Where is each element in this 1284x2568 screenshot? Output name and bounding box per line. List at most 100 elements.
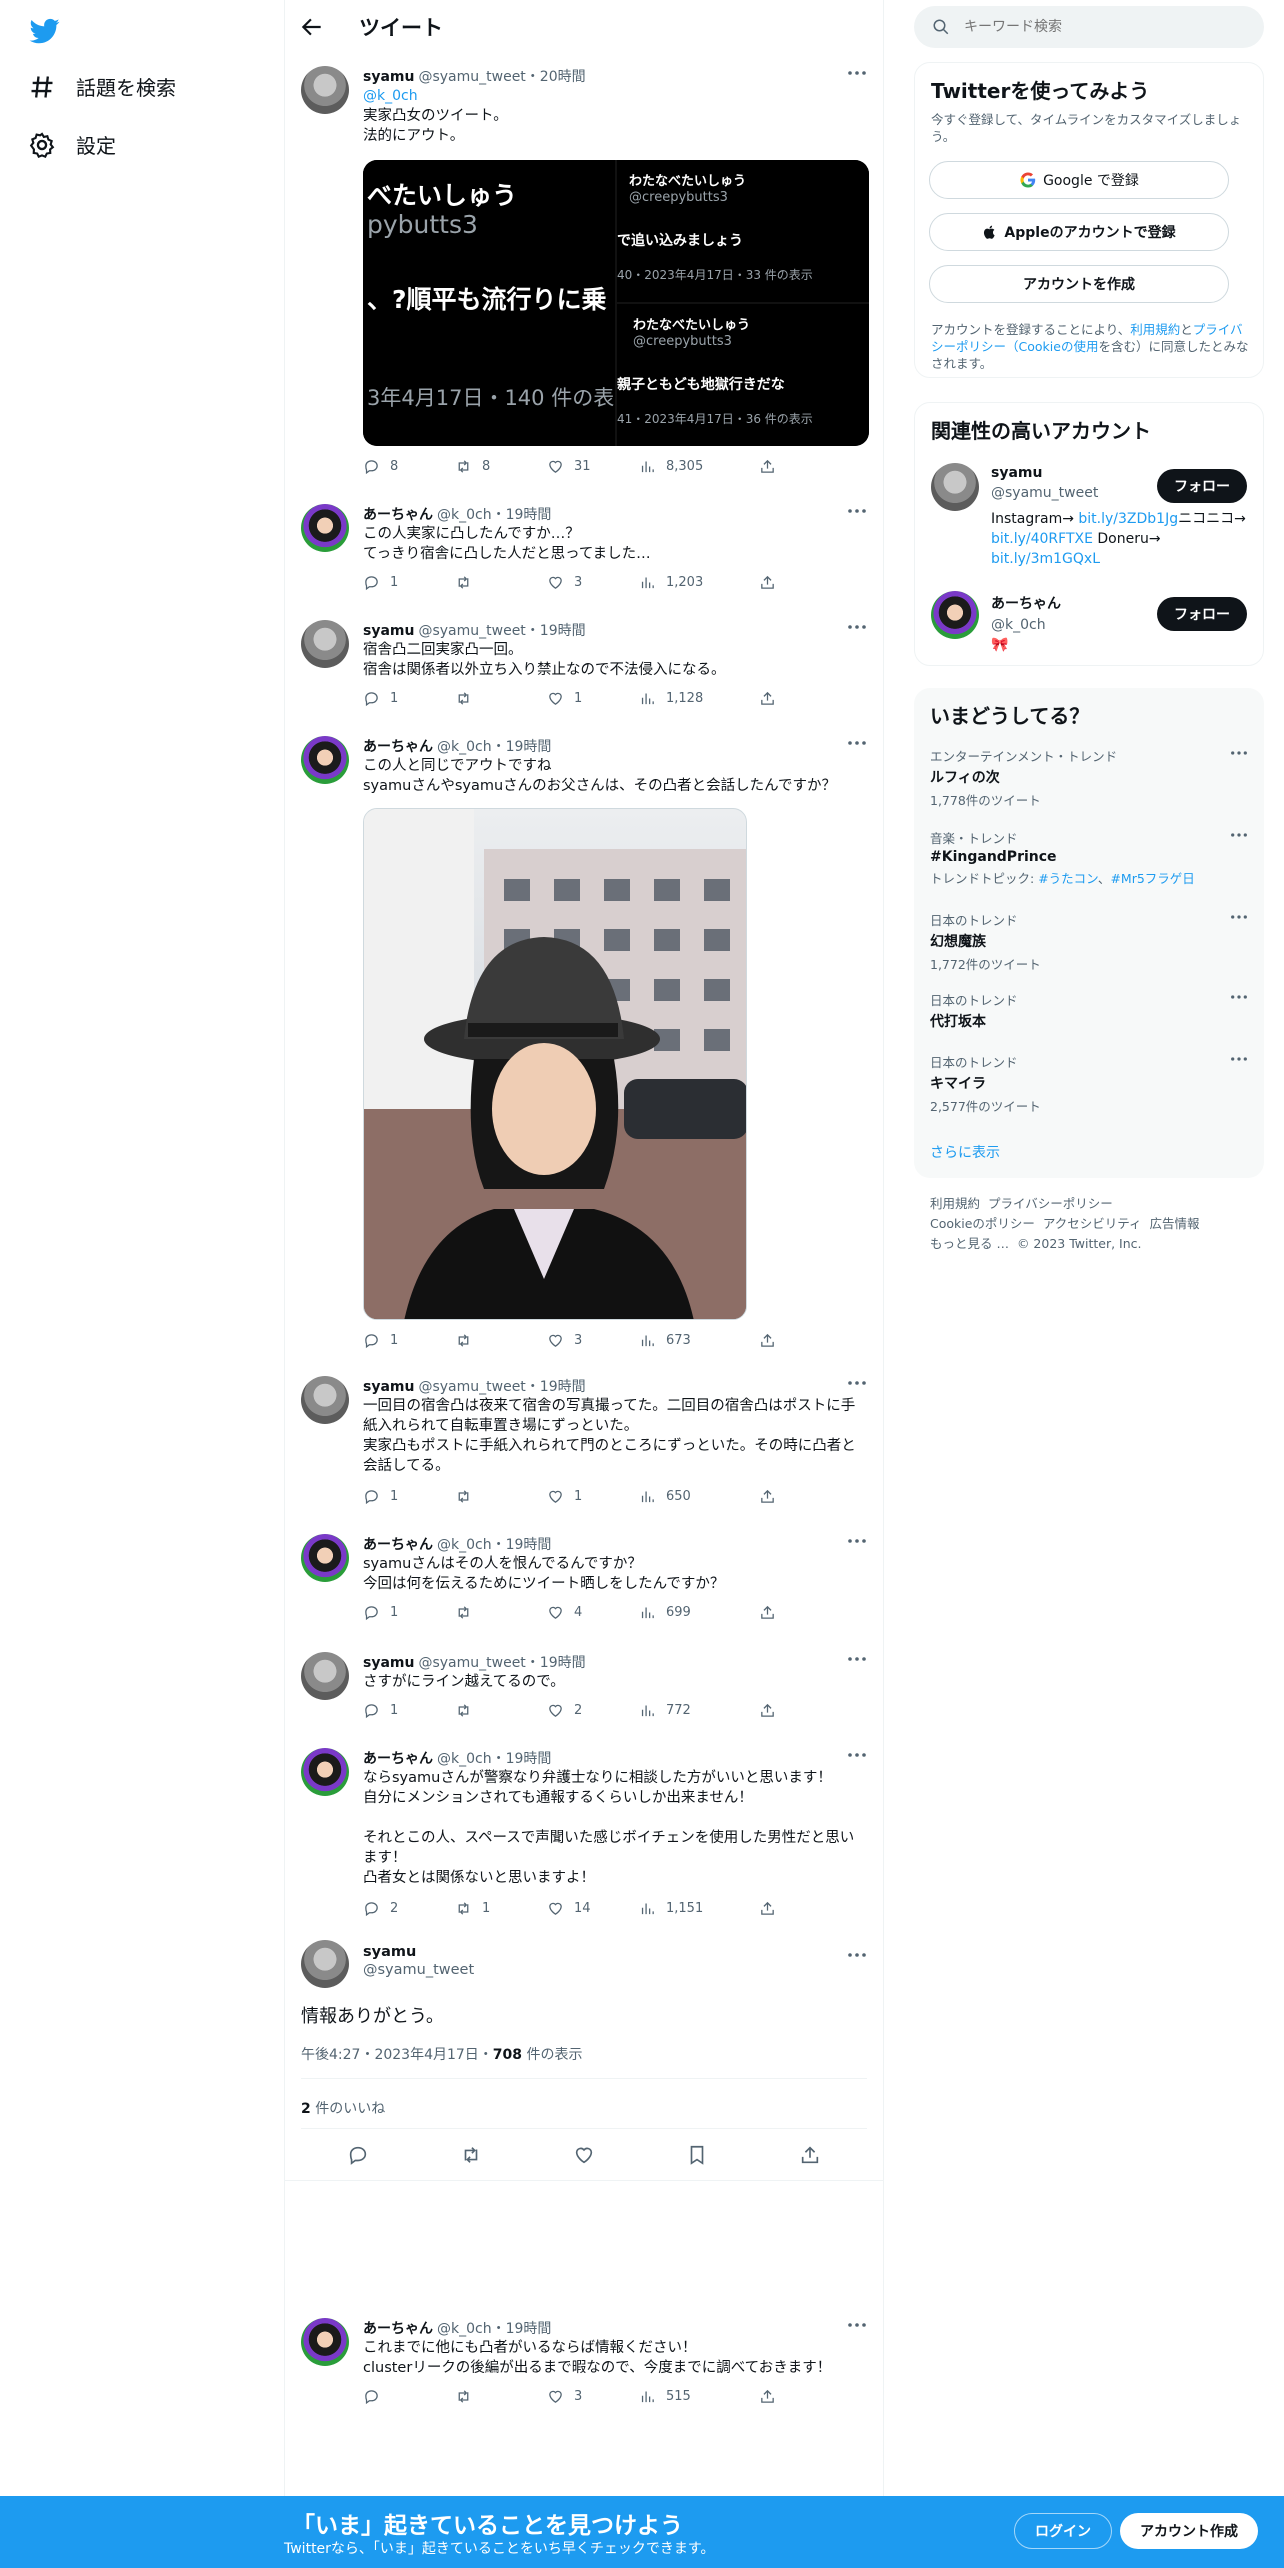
tweet[interactable]: syamu @syamu_tweet・19時間 宿舎凸二回実家凸一回。 宿舎は関係… [285, 616, 883, 724]
like-action[interactable]: 1 [547, 690, 639, 707]
retweet-action[interactable] [455, 690, 547, 707]
share-action[interactable] [759, 458, 851, 475]
tweet-time[interactable]: ・19時間 [492, 2321, 552, 2337]
signup-button[interactable]: アカウント作成 [1120, 2513, 1258, 2549]
share-action[interactable] [759, 1488, 851, 1505]
retweet-action[interactable] [455, 1332, 547, 1349]
avatar[interactable] [301, 736, 349, 784]
footer-privacy-link[interactable]: プライバシーポリシー [988, 1196, 1113, 1211]
author-handle[interactable]: @syamu_tweet [418, 69, 525, 85]
show-more-link[interactable]: さらに表示 [930, 1142, 1000, 1162]
footer-accessibility-link[interactable]: アクセシビリティ [1043, 1216, 1142, 1231]
author-handle[interactable]: @k_0ch [437, 1537, 492, 1553]
embedded-tweet-images[interactable]: べたいしゅう pybutts3 、?順平も流行りに乗 3年4月17日・140 件… [363, 160, 869, 446]
author-name[interactable]: あーちゃん [363, 2321, 433, 2337]
avatar[interactable] [301, 1534, 349, 1582]
account-info[interactable]: syamu @syamu_tweet [991, 465, 1098, 501]
like-action[interactable]: 3 [547, 2388, 639, 2405]
trend-item[interactable]: 日本のトレンド 幻想魔族 1,772件のツイート [930, 910, 1248, 973]
account-handle[interactable]: @syamu_tweet [991, 485, 1098, 501]
more-icon[interactable] [847, 1952, 867, 1958]
like-action[interactable]: 1 [547, 1488, 639, 1505]
views-action[interactable]: 1,128 [639, 690, 759, 707]
avatar[interactable] [301, 504, 349, 552]
avatar[interactable] [301, 66, 349, 114]
author-name[interactable]: あーちゃん [363, 739, 433, 755]
views-action[interactable]: 699 [639, 1604, 759, 1621]
twitter-logo-icon[interactable] [28, 16, 62, 46]
author-handle[interactable]: @syamu_tweet [418, 623, 525, 639]
account-handle[interactable]: @k_0ch [991, 617, 1061, 633]
author-name[interactable]: syamu [363, 1944, 474, 1960]
more-icon[interactable] [1230, 994, 1248, 1000]
retweet-action[interactable] [455, 1488, 547, 1505]
author-handle[interactable]: @syamu_tweet [363, 1962, 474, 1978]
author-handle[interactable]: @syamu_tweet [418, 1655, 525, 1671]
trend-item[interactable]: エンターテインメント・トレンド ルフィの次 1,778件のツイート [930, 746, 1248, 809]
tweet-time[interactable]: ・19時間 [526, 1379, 586, 1395]
bio-link[interactable]: bit.ly/40RFTXE [991, 531, 1093, 547]
nav-explore[interactable]: 話題を検索 [28, 72, 176, 101]
retweet-action[interactable] [455, 1702, 547, 1719]
author-name[interactable]: あーちゃん [363, 1751, 433, 1767]
bookmark-icon[interactable] [686, 2144, 708, 2166]
author-handle[interactable]: @k_0ch [437, 1751, 492, 1767]
reply-action[interactable]: 1 [363, 574, 455, 591]
like-action[interactable]: 2 [547, 1702, 639, 1719]
reply-action[interactable]: 1 [363, 1332, 455, 1349]
cookie-link[interactable]: （Cookieの使用 [1006, 339, 1098, 354]
avatar[interactable] [931, 463, 979, 511]
create-account-button[interactable]: アカウントを作成 [929, 265, 1229, 303]
tweet-time[interactable]: ・19時間 [492, 739, 552, 755]
google-signup-button[interactable]: Google で登録 [929, 161, 1229, 199]
author-handle[interactable]: @k_0ch [437, 507, 492, 523]
bio-link[interactable]: bit.ly/3m1GQxL [991, 551, 1100, 567]
views-action[interactable]: 8,305 [639, 458, 759, 475]
views-action[interactable]: 1,151 [639, 1900, 759, 1917]
avatar[interactable] [931, 591, 979, 639]
retweet-action[interactable] [455, 574, 547, 591]
retweet-action[interactable] [455, 2388, 547, 2405]
terms-link[interactable]: 利用規約 [1130, 322, 1180, 337]
avatar[interactable] [301, 1376, 349, 1424]
follow-button[interactable]: フォロー [1157, 597, 1247, 631]
tweet[interactable]: あーちゃん @k_0ch・19時間 ならsyamuさんが警察なり弁護士なりに相談し… [285, 1744, 883, 1920]
share-action[interactable] [759, 1604, 851, 1621]
more-icon[interactable] [1230, 832, 1248, 838]
reply-action[interactable]: 1 [363, 1702, 455, 1719]
embedded-image-top-right[interactable]: わたなべたいしゅう @creepybutts3 で追い込みましょう 40・202… [617, 160, 869, 302]
follow-button[interactable]: フォロー [1157, 469, 1247, 503]
more-icon[interactable] [1230, 1056, 1248, 1062]
share-action[interactable] [759, 2388, 851, 2405]
views-action[interactable]: 650 [639, 1488, 759, 1505]
share-action[interactable] [759, 1332, 851, 1349]
tweet-time[interactable]: ・19時間 [492, 1751, 552, 1767]
trend-item[interactable]: 音楽・トレンド #KingandPrince トレンドトピック: #うたコン、#… [930, 828, 1248, 887]
tweet[interactable]: あーちゃん @k_0ch・19時間 この人実家に凸したんですか…？ てっきり宿舎に… [285, 500, 883, 608]
tweet-time[interactable]: ・19時間 [492, 1537, 552, 1553]
account-name[interactable]: syamu [991, 465, 1098, 481]
tweet-time[interactable]: ・19時間 [492, 507, 552, 523]
avatar[interactable] [301, 1940, 349, 1988]
tweet-photo[interactable] [363, 808, 747, 1320]
nav-settings[interactable]: 設定 [28, 130, 116, 159]
share-icon[interactable] [799, 2144, 821, 2166]
views-action[interactable]: 515 [639, 2388, 759, 2405]
back-arrow-icon[interactable] [299, 14, 325, 40]
author-handle[interactable]: @k_0ch [437, 2321, 492, 2337]
like-action[interactable]: 4 [547, 1604, 639, 1621]
tweet[interactable]: syamu @syamu_tweet・19時間 一回目の宿舎凸は夜来て宿舎の写真撮… [285, 1372, 883, 1524]
reply-action[interactable] [363, 2388, 455, 2405]
views-action[interactable]: 772 [639, 1702, 759, 1719]
embedded-image-left[interactable]: べたいしゅう pybutts3 、?順平も流行りに乗 3年4月17日・140 件… [363, 160, 615, 446]
author-name[interactable]: syamu [363, 623, 414, 639]
footer-ads-link[interactable]: 広告情報 [1149, 1216, 1199, 1231]
tweet[interactable]: syamu @syamu_tweet・19時間 さすがにライン越えてるので。 1 2… [285, 1648, 883, 1736]
login-button[interactable]: ログイン [1014, 2513, 1112, 2549]
footer-cookie-link[interactable]: Cookieのポリシー [930, 1216, 1035, 1231]
like-icon[interactable] [573, 2144, 595, 2166]
retweet-action[interactable] [455, 1604, 547, 1621]
tweet[interactable]: あーちゃん @k_0ch・19時間 syamuさんはその人を恨んでるんですか？ 今… [285, 1530, 883, 1638]
tweet[interactable]: あーちゃん @k_0ch・19時間 この人と同じでアウトですね syamuさんやs… [285, 732, 883, 1350]
share-action[interactable] [759, 1702, 851, 1719]
